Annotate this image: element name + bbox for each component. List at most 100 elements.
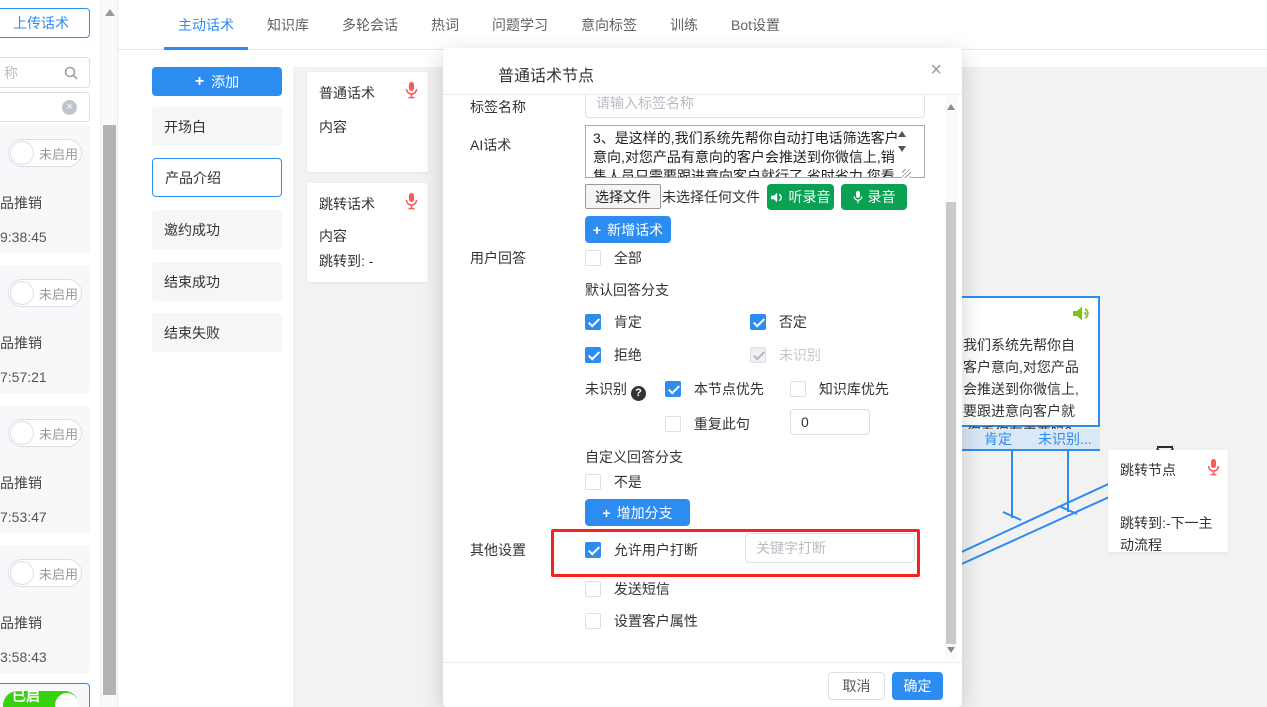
checkbox-all[interactable] <box>585 250 601 266</box>
record-button[interactable]: 录音 <box>841 184 907 210</box>
add-script-button[interactable]: + 新增话术 <box>585 216 671 243</box>
speaker-icon[interactable] <box>1073 306 1092 321</box>
checkbox-set-customer-attr[interactable] <box>585 613 601 629</box>
script-card[interactable]: 未启用 品推销 7:53:47 <box>0 405 90 533</box>
field-label: 标签名称 <box>470 97 580 117</box>
tab-multi-turn[interactable]: 多轮会话 <box>342 0 398 50</box>
mic-icon <box>853 191 863 204</box>
sidebar: 上传话术 称 × 未启用 品推销 9:38:45 未启用 品推销 7:57: <box>0 0 118 707</box>
script-card[interactable]: 未启用 品推销 9:38:45 <box>0 125 90 253</box>
toggle-knob <box>55 693 79 707</box>
script-card-name: 品推销 <box>0 473 42 493</box>
listen-recording-button[interactable]: 听录音 <box>767 184 834 210</box>
add-branch-button[interactable]: + 增加分支 <box>585 499 690 526</box>
tab-active-script[interactable]: 主动话术 <box>178 0 234 50</box>
modal-header: 普通话术节点 × <box>443 48 962 95</box>
checkbox-affirm[interactable] <box>585 314 601 330</box>
mic-icon[interactable] <box>405 193 418 210</box>
script-card[interactable]: 未启用 品推销 7:57:21 <box>0 265 90 393</box>
node-card-title: 跳转话术 <box>319 194 416 214</box>
jump-node-target: 跳转到:-下一主动流程 <box>1120 512 1218 556</box>
custom-branch-title: 自定义回答分支 <box>585 447 912 467</box>
search-icon <box>64 66 78 80</box>
checkbox-send-sms[interactable] <box>585 581 601 597</box>
field-label: AI话术 <box>470 135 580 155</box>
node-card-normal-script[interactable]: 普通话术 内容 <box>307 72 428 172</box>
stage-item-product-intro[interactable]: 产品介绍 <box>152 158 282 197</box>
sidebar-scrollbar[interactable] <box>100 0 117 707</box>
label-name-input[interactable] <box>585 95 925 118</box>
tab-intent-labels[interactable]: 意向标签 <box>581 0 637 50</box>
enable-toggle[interactable]: 未启用 <box>8 559 82 587</box>
node-card-title: 普通话术 <box>319 83 416 103</box>
app-root: 上传话术 称 × 未启用 品推销 9:38:45 未启用 品推销 7:57: <box>0 0 1267 707</box>
search-input[interactable]: 称 <box>0 57 90 88</box>
enable-toggle[interactable]: 未启用 <box>8 279 82 307</box>
toggle-knob <box>10 281 34 305</box>
script-card[interactable]: 未启用 品推销 3:58:43 <box>0 545 90 673</box>
enable-toggle[interactable]: 未启用 <box>8 139 82 167</box>
modal-title: 普通话术节点 <box>498 62 594 86</box>
stage-item-end-fail[interactable]: 结束失败 <box>152 313 282 352</box>
scroll-thumb[interactable] <box>103 125 116 695</box>
field-label: 用户回答 <box>470 248 580 268</box>
clear-icon[interactable]: × <box>62 100 77 115</box>
scroll-down-arrow[interactable] <box>947 647 955 657</box>
repeat-count-input[interactable] <box>790 409 870 435</box>
keyword-interrupt-input[interactable] <box>745 533 915 563</box>
modal-scrollbar[interactable] <box>945 97 957 660</box>
checkbox-allow-interrupt[interactable] <box>585 542 601 558</box>
search-placeholder: 称 <box>4 63 18 83</box>
node-card-jump-script[interactable]: 跳转话术 内容 跳转到: - <box>307 183 428 282</box>
mic-icon[interactable] <box>1207 459 1220 476</box>
close-icon[interactable]: × <box>930 59 942 82</box>
checkbox-not[interactable] <box>585 474 601 490</box>
modal-body: 标签名称 AI话术 3、是这样的,我们系统先帮你自动打电话筛选客户意向,对您产品… <box>443 95 962 662</box>
add-stage-button[interactable]: + 添加 <box>152 67 282 96</box>
mic-icon[interactable] <box>405 82 418 99</box>
enable-toggle[interactable]: 未启用 <box>8 419 82 447</box>
tab-bot-settings[interactable]: Bot设置 <box>731 0 780 50</box>
node-card-content: 内容 <box>319 226 416 246</box>
checkbox-repeat-sentence[interactable] <box>665 416 681 432</box>
checkbox-node-first[interactable] <box>665 381 681 397</box>
cancel-button[interactable]: 取消 <box>828 672 885 700</box>
default-branch-title: 默认回答分支 <box>585 280 912 300</box>
stage-item-opening[interactable]: 开场白 <box>152 107 282 146</box>
script-card-name: 品推销 <box>0 613 42 633</box>
tab-training[interactable]: 训练 <box>670 0 698 50</box>
confirm-button[interactable]: 确定 <box>892 672 943 700</box>
stage-item-invite-success[interactable]: 邀约成功 <box>152 210 282 249</box>
scroll-up-arrow[interactable] <box>947 100 955 110</box>
checkbox-kb-first[interactable] <box>790 381 806 397</box>
plus-icon: + <box>602 505 610 521</box>
unrecognized-label: 未识别 <box>585 381 627 397</box>
checkbox-negate[interactable] <box>750 314 766 330</box>
upload-script-button[interactable]: 上传话术 <box>0 8 90 38</box>
speaker-icon <box>771 192 784 203</box>
script-card-active[interactable]: 已启用 <box>0 683 90 707</box>
tab-hot-words[interactable]: 热词 <box>431 0 459 50</box>
textarea-scroll-arrows[interactable] <box>894 127 909 156</box>
toggle-knob <box>10 561 34 585</box>
help-question-icon[interactable]: ? <box>631 386 646 401</box>
choose-file-button[interactable]: 选择文件 <box>585 184 661 209</box>
jump-node-card[interactable]: 跳转节点 跳转到:-下一主动流程 <box>1108 450 1228 552</box>
field-label: 其他设置 <box>470 540 580 560</box>
enable-toggle-on[interactable]: 已启用 <box>3 691 79 707</box>
script-card-time: 7:57:21 <box>0 369 47 385</box>
scroll-up-arrow[interactable] <box>898 127 906 137</box>
stage-item-end-success[interactable]: 结束成功 <box>152 262 282 301</box>
flow-node-speech[interactable]: 我们系统先帮你自 客户意向,对您产品 会推送到你微信上, 要跟进意向客户就 ,您… <box>956 296 1100 427</box>
script-card-time: 9:38:45 <box>0 229 47 245</box>
resize-handle[interactable] <box>902 169 911 178</box>
ai-script-textarea[interactable]: 3、是这样的,我们系统先帮你自动打电话筛选客户意向,对您产品有意向的客户会推送到… <box>585 125 925 178</box>
checkbox-refuse[interactable] <box>585 347 601 363</box>
filter-input[interactable]: × <box>0 92 90 122</box>
scroll-thumb[interactable] <box>946 202 956 644</box>
tab-knowledge-base[interactable]: 知识库 <box>267 0 309 50</box>
scroll-down-arrow[interactable] <box>898 146 906 156</box>
tab-question-learning[interactable]: 问题学习 <box>492 0 548 50</box>
script-card-name: 品推销 <box>0 333 42 353</box>
scroll-up-arrow[interactable] <box>105 4 115 16</box>
